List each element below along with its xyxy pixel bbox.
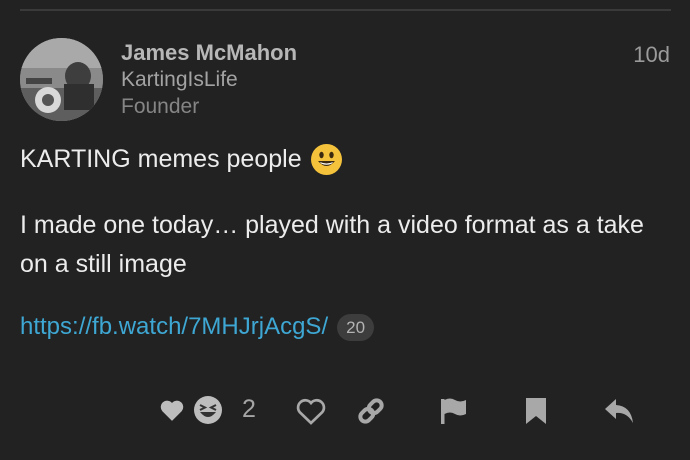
post-body-paragraph: I made one today… played with a video fo… (20, 211, 644, 278)
divider (20, 9, 671, 11)
post-container: James McMahon KartingIsLife Founder 10d … (0, 0, 690, 460)
post-date[interactable]: 10d (633, 42, 670, 68)
user-title: Founder (121, 95, 200, 118)
user-full-name: KartingIsLife (121, 68, 238, 91)
link-row: https://fb.watch/7MHJrjAcgS/ 20 (20, 313, 375, 341)
avatar[interactable] (20, 38, 103, 121)
copy-link-icon[interactable] (354, 395, 388, 427)
link-click-count-badge: 20 (337, 313, 375, 341)
like-icon[interactable] (294, 395, 328, 427)
flag-icon[interactable] (437, 395, 469, 427)
bookmark-icon[interactable] (522, 395, 550, 427)
reaction-count[interactable]: 2 (242, 395, 256, 424)
post-text: KARTING memes people (20, 145, 302, 173)
external-link[interactable]: https://fb.watch/7MHJrjAcgS/ (20, 313, 328, 341)
post-body-line1: KARTING memes people (20, 143, 343, 176)
username[interactable]: James McMahon (121, 40, 297, 66)
smiley-emoji-icon (310, 143, 343, 176)
heart-reaction-icon[interactable] (158, 396, 186, 424)
laughing-reaction-icon[interactable] (192, 394, 224, 426)
reply-icon[interactable] (602, 396, 636, 426)
